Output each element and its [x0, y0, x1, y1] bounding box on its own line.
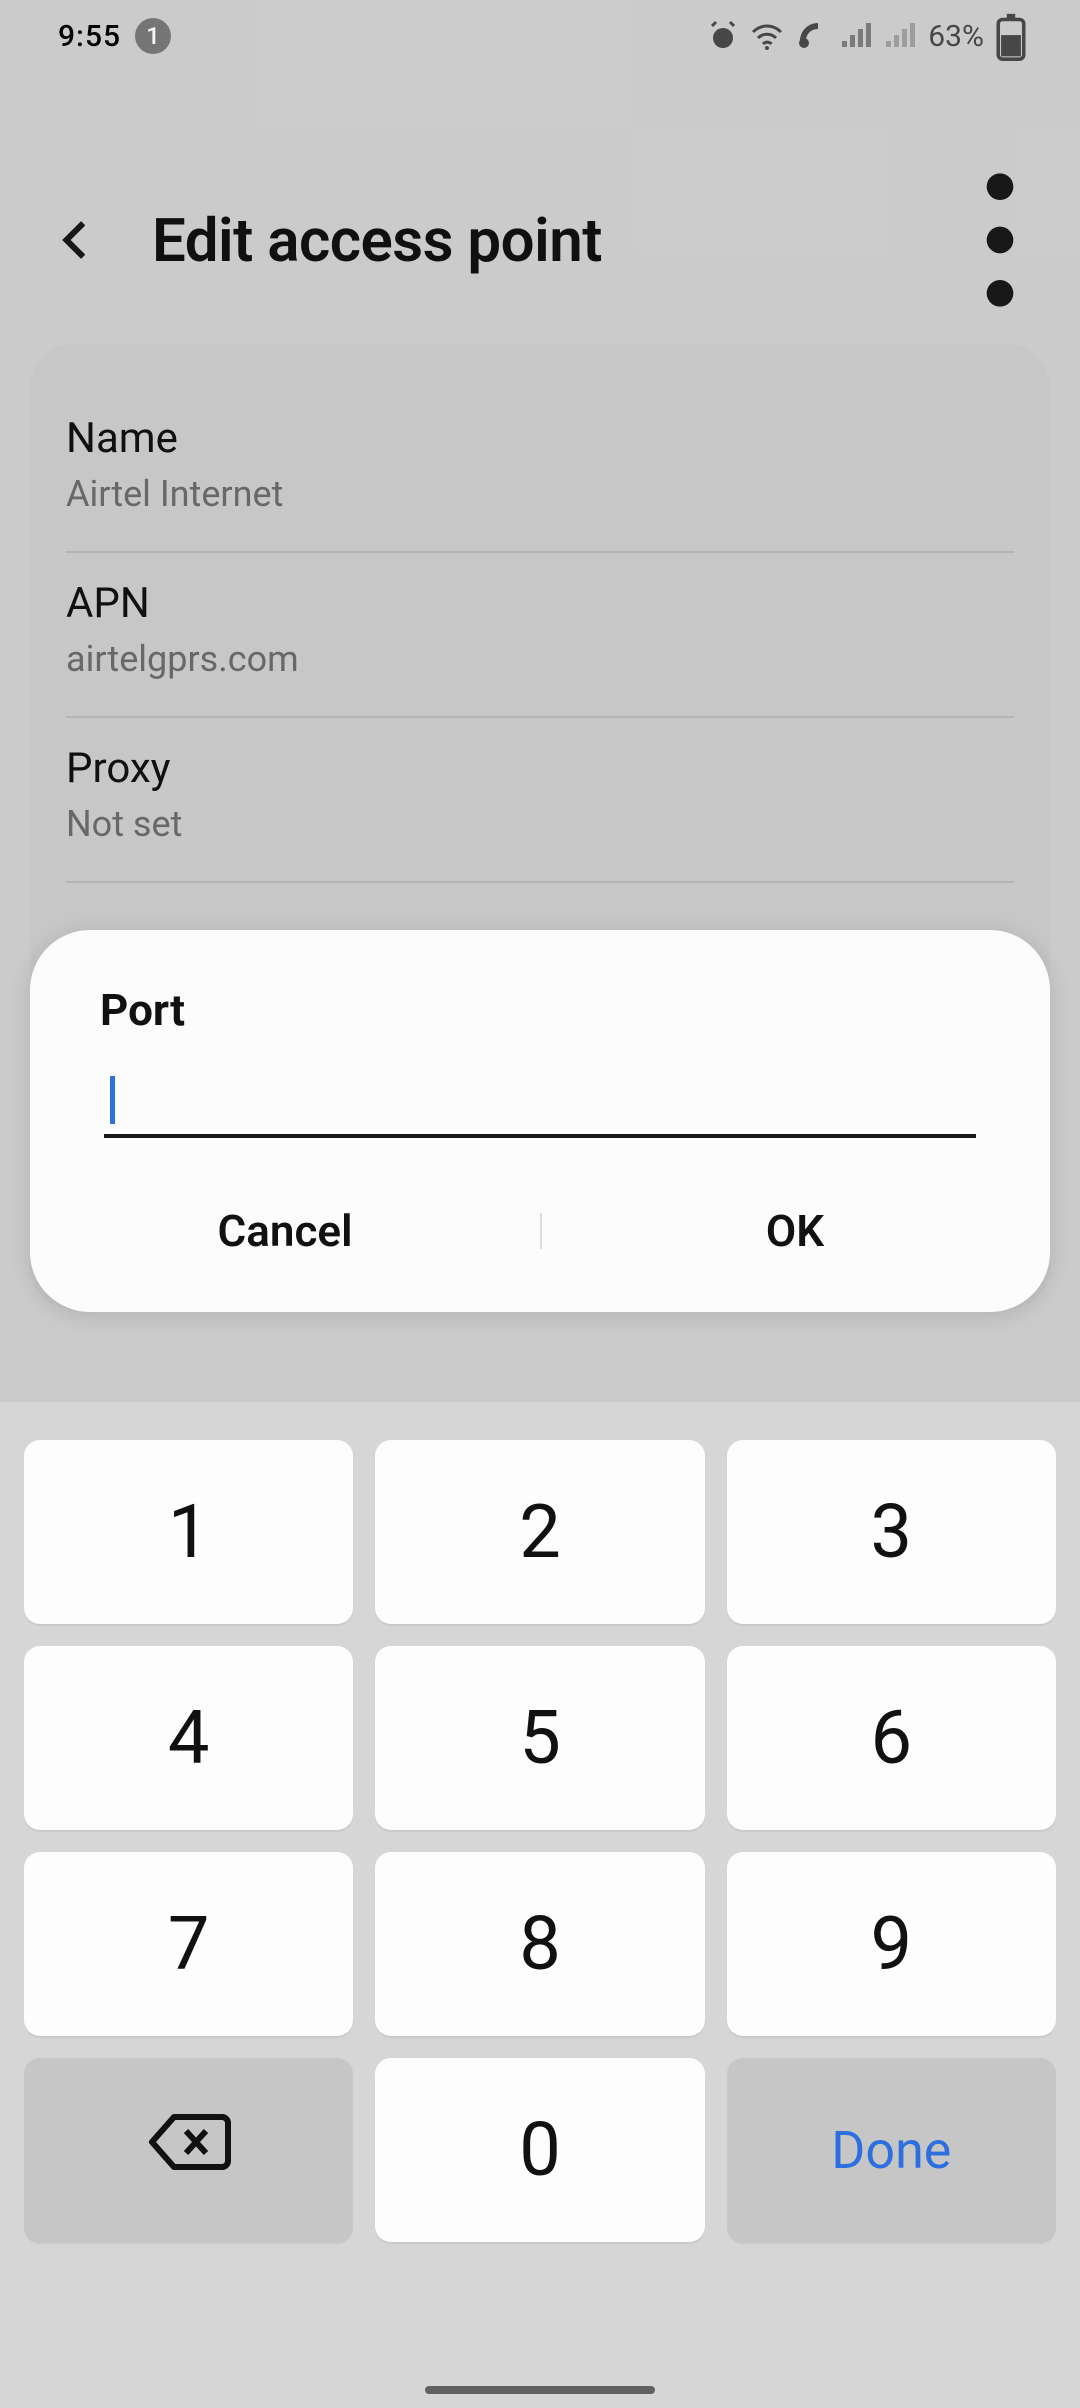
port-input[interactable]: [104, 1070, 976, 1134]
collapse-keyboard-button[interactable]: [900, 2303, 960, 2363]
cancel-button[interactable]: Cancel: [30, 1205, 540, 1257]
dialog-title: Port: [30, 984, 1050, 1036]
keyboard-bottom-row: [0, 2278, 1080, 2388]
key-4[interactable]: 4: [24, 1646, 353, 1830]
key-7[interactable]: 7: [24, 1852, 353, 2036]
port-input-wrap[interactable]: [104, 1070, 976, 1138]
key-done[interactable]: Done: [727, 2058, 1056, 2242]
text-caret: [110, 1076, 115, 1124]
home-indicator[interactable]: [425, 2386, 655, 2394]
key-backspace[interactable]: [24, 2058, 353, 2242]
key-3[interactable]: 3: [727, 1440, 1056, 1624]
backspace-icon: [144, 2107, 234, 2194]
key-grid: 1 2 3 4 5 6 7 8 9 0 Done: [24, 1440, 1056, 2242]
key-2[interactable]: 2: [375, 1440, 704, 1624]
ok-button[interactable]: OK: [540, 1205, 1050, 1257]
dialog-button-row: Cancel OK: [30, 1186, 1050, 1276]
voice-input-button[interactable]: [120, 2303, 180, 2363]
key-0[interactable]: 0: [375, 2058, 704, 2242]
key-9[interactable]: 9: [727, 1852, 1056, 2036]
key-6[interactable]: 6: [727, 1646, 1056, 1830]
key-5[interactable]: 5: [375, 1646, 704, 1830]
numeric-keyboard: 1 2 3 4 5 6 7 8 9 0 Done: [0, 1402, 1080, 2408]
port-dialog: Port Cancel OK: [30, 930, 1050, 1312]
key-1[interactable]: 1: [24, 1440, 353, 1624]
key-8[interactable]: 8: [375, 1852, 704, 2036]
